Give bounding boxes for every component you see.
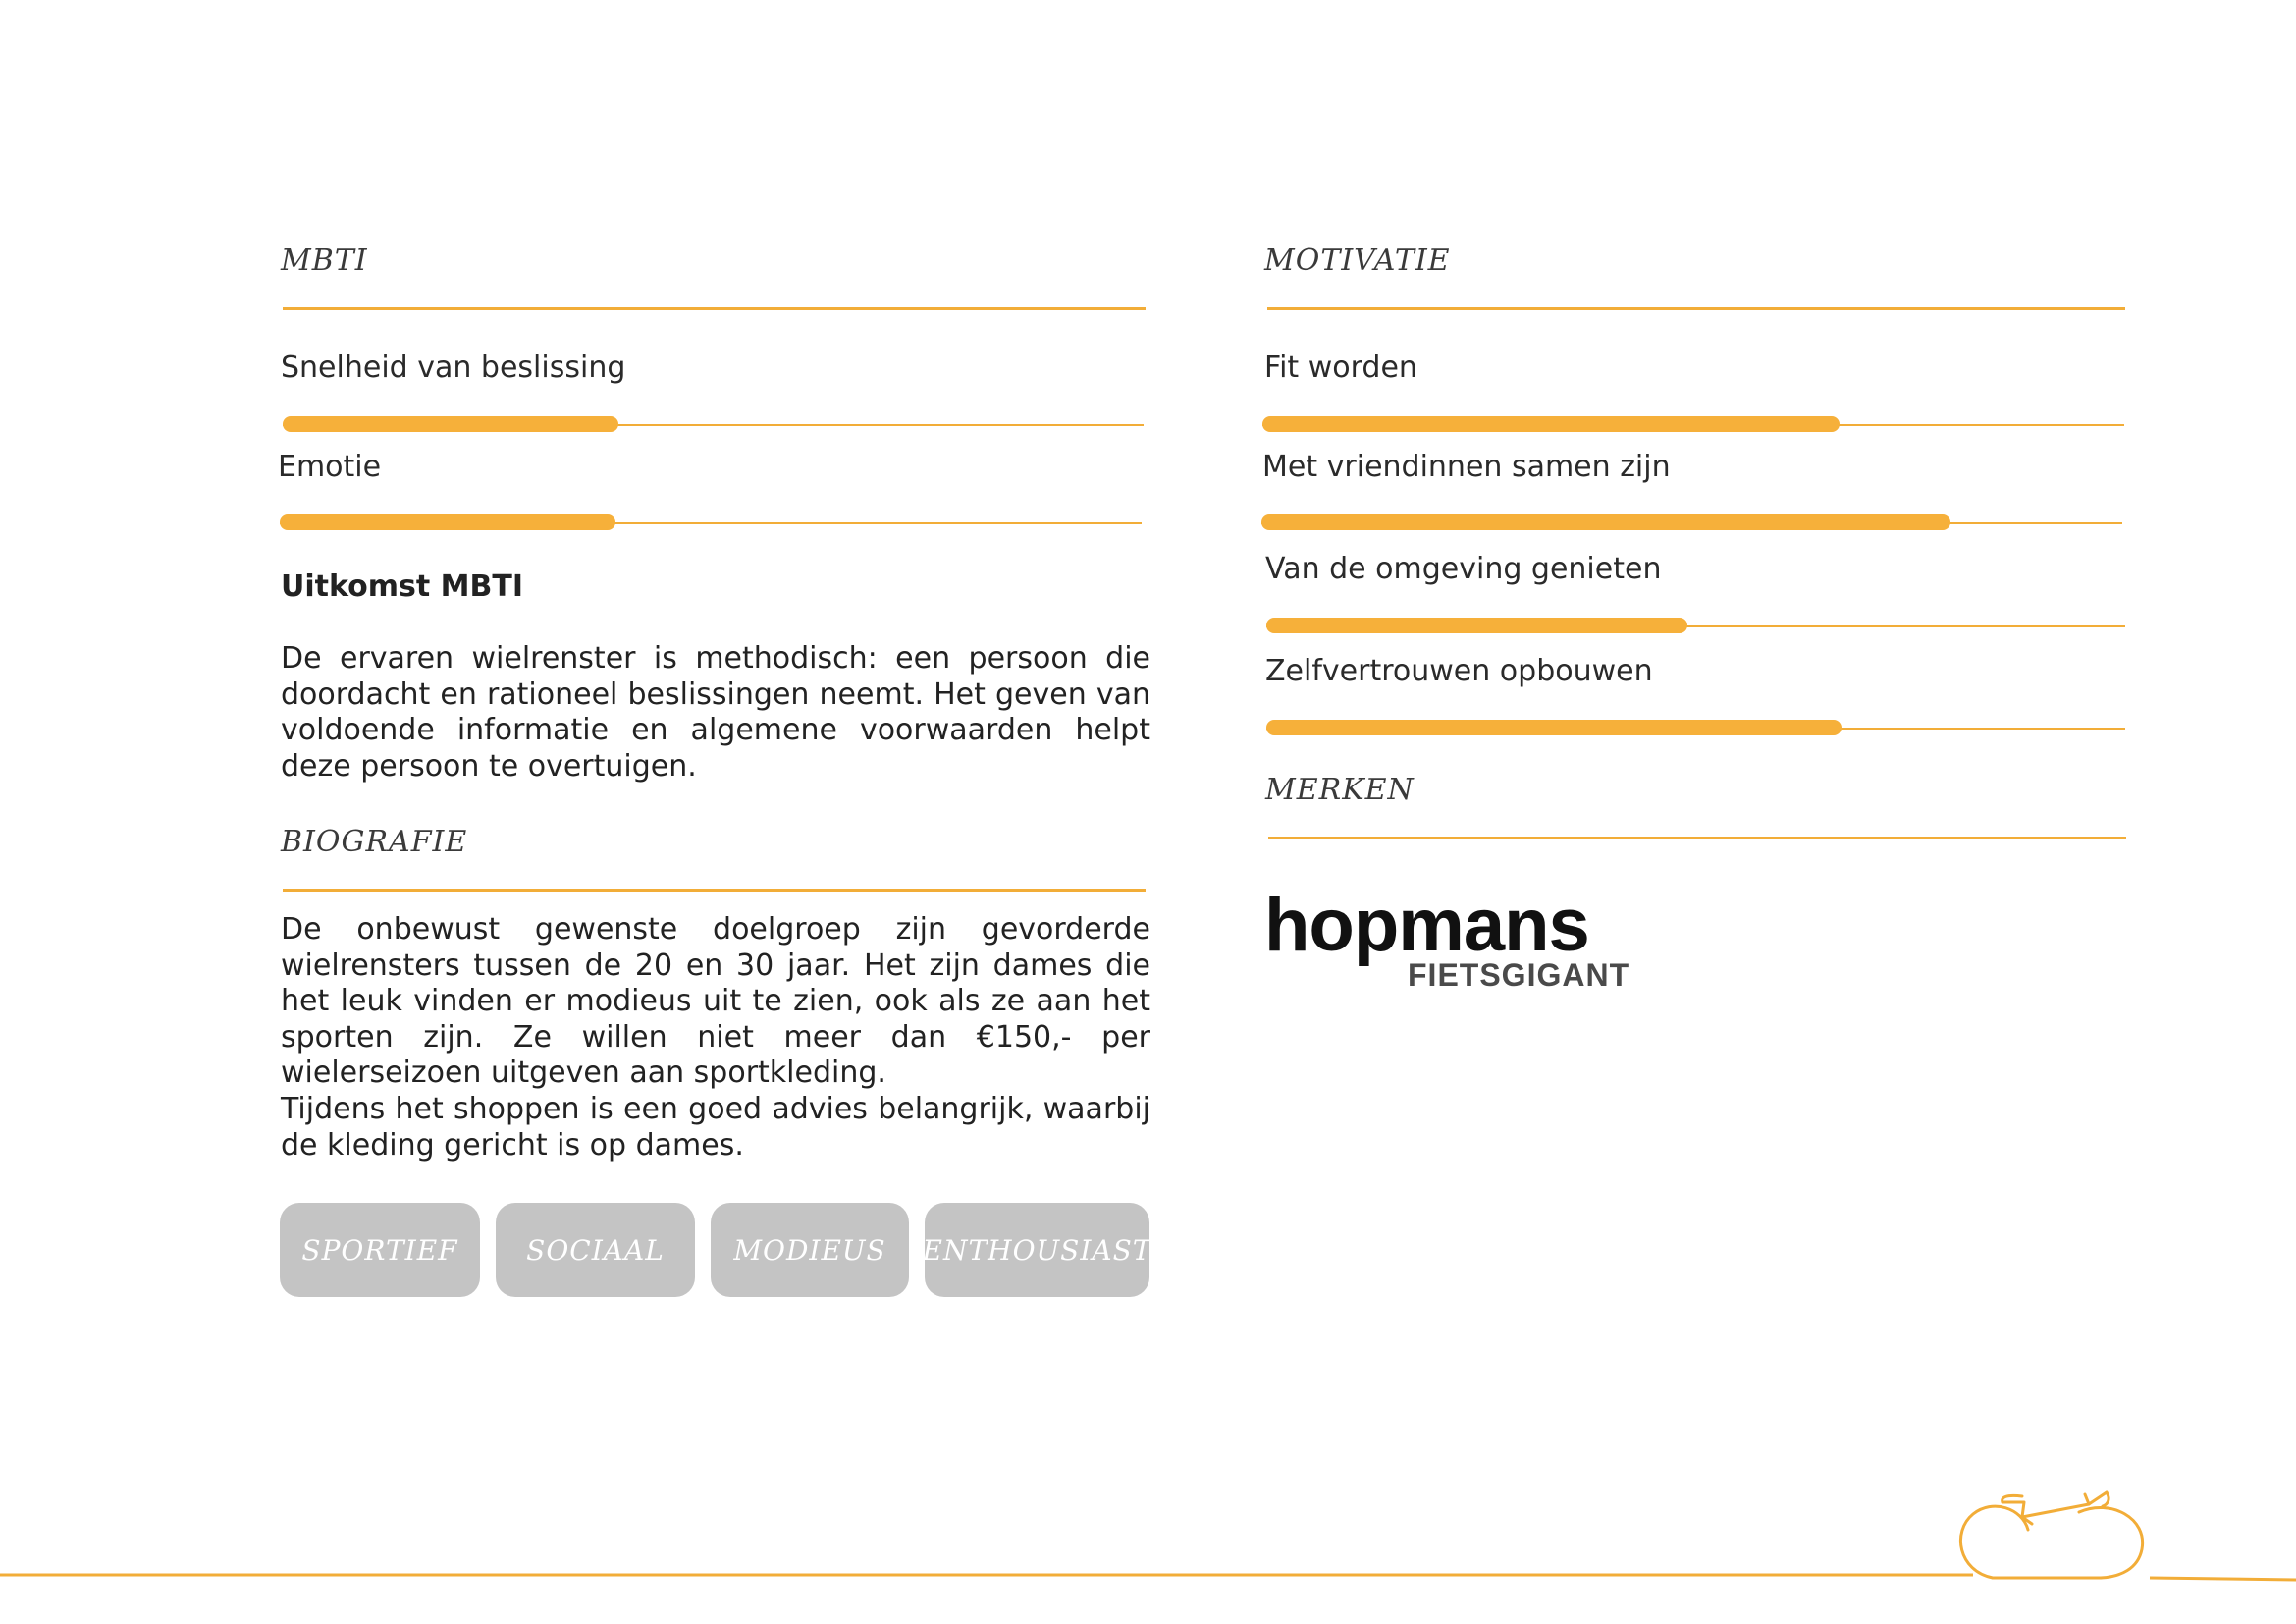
scale-fill (280, 514, 616, 530)
mbti-result-text: De ervaren wielrenster is methodisch: ee… (281, 641, 1150, 784)
biografie-rule (283, 889, 1146, 892)
tag-label: SPORTIEF (301, 1233, 458, 1267)
scale-bar-omgeving (1266, 618, 2125, 633)
scale-label-vriendinnen: Met vriendinnen samen zijn (1262, 450, 1671, 484)
bottom-line-bicycle (0, 1490, 2296, 1582)
biografie-heading: BIOGRAFIE (281, 825, 468, 859)
scale-bar-decision-speed (283, 416, 1144, 432)
logo-wordmark: hopmans (1264, 884, 1590, 967)
logo-subtitle: FIETSGIGANT (1408, 957, 1630, 993)
scale-label-emotion: Emotie (278, 450, 382, 484)
mbti-rule (283, 307, 1146, 310)
scale-bar-emotion (280, 514, 1142, 530)
motivatie-rule (1267, 307, 2125, 310)
scale-bar-zelfvertrouwen (1266, 720, 2125, 735)
scale-fill (1261, 514, 1950, 530)
scale-bar-fit-worden (1262, 416, 2124, 432)
tag-label: SOCIAAL (526, 1233, 665, 1267)
scale-label-zelfvertrouwen: Zelfvertrouwen opbouwen (1265, 654, 1653, 688)
merken-heading: MERKEN (1265, 773, 1415, 807)
tag-enthousiast: ENTHOUSIAST (922, 1203, 1152, 1297)
tag-label: ENTHOUSIAST (922, 1233, 1152, 1267)
tag-sportief: SPORTIEF (280, 1203, 480, 1297)
scale-label-fit-worden: Fit worden (1264, 351, 1417, 385)
scale-fill (283, 416, 619, 432)
mbti-result-title: Uitkomst MBTI (281, 569, 523, 604)
hopmans-logo: hopmans FIETSGIGANT (1264, 889, 1637, 999)
tag-modieus: MODIEUS (711, 1203, 909, 1297)
merken-rule (1268, 837, 2126, 839)
scale-fill (1266, 720, 1842, 735)
mbti-heading: MBTI (281, 244, 368, 278)
biografie-paragraph-2: Tijdens het shoppen is een goed advies b… (281, 1092, 1150, 1163)
tag-label: MODIEUS (733, 1233, 886, 1267)
biografie-paragraph-1: De onbewust gewenste doelgroep zijn gevo… (281, 912, 1150, 1090)
tag-sociaal: SOCIAAL (496, 1203, 695, 1297)
scale-bar-vriendinnen (1261, 514, 2122, 530)
scale-fill (1266, 618, 1687, 633)
bicycle-icon (1958, 1490, 2145, 1580)
scale-label-omgeving: Van de omgeving genieten (1265, 552, 1662, 586)
scale-label-decision-speed: Snelheid van beslissing (281, 351, 626, 385)
motivatie-heading: MOTIVATIE (1264, 244, 1451, 278)
scale-fill (1262, 416, 1841, 432)
